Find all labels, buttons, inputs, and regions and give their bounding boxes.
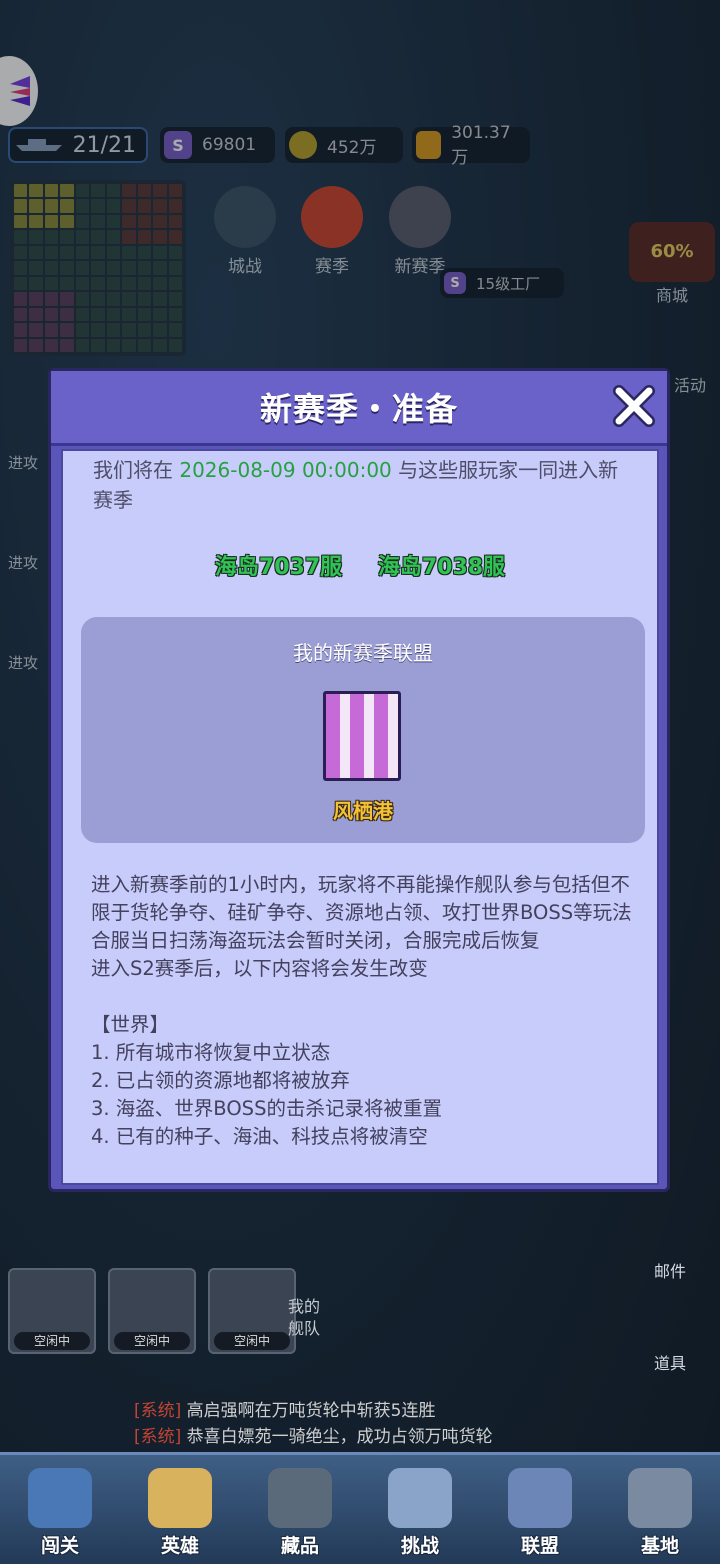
nav-heroes[interactable]: 英雄: [130, 1464, 230, 1564]
alliance-flag-icon: [323, 691, 401, 781]
hero-icon: [148, 1468, 212, 1528]
fist-icon: [388, 1468, 452, 1528]
nav-collection[interactable]: 藏品: [250, 1464, 350, 1564]
nav-base[interactable]: 基地: [610, 1464, 710, 1564]
nav-challenge[interactable]: 挑战: [370, 1464, 470, 1564]
server-list: 海岛7037服 海岛7038服: [63, 549, 657, 581]
my-fleet-button[interactable]: 我的舰队: [288, 1296, 334, 1340]
alliance-panel-title: 我的新赛季联盟: [293, 641, 433, 665]
fleet-slot[interactable]: 空闲中: [8, 1268, 96, 1354]
system-chat-line: [系统] 高启强啊在万吨货轮中斩获5连胜: [134, 1401, 436, 1421]
fleet-status: 空闲中: [114, 1332, 190, 1350]
new-season-dialog: 新赛季・准备 我们将在 2026-08-09 00:00:00 与这些服玩家一同…: [48, 368, 670, 1192]
items-button[interactable]: 道具: [648, 1350, 692, 1374]
rule-line: 4. 已有的种子、海油、科技点将被清空: [91, 1125, 428, 1148]
close-icon: [613, 385, 655, 427]
rule-line: 进入S2赛季后，以下内容将会发生改变: [91, 957, 428, 980]
alliance-panel[interactable]: 我的新赛季联盟 风栖港: [81, 617, 645, 843]
season-start-date: 2026-08-09 00:00:00: [179, 458, 392, 482]
server-name: 海岛7038服: [377, 555, 506, 580]
fleet-roster: 空闲中 空闲中 空闲中: [8, 1268, 296, 1354]
rule-line: 2. 已占领的资源地都将被放弃: [91, 1069, 350, 1092]
system-chat-line: [系统] 恭喜白嫖苑一骑绝尘，成功占领万吨货轮: [134, 1427, 493, 1447]
season-rules: 进入新赛季前的1小时内，玩家将不再能操作舰队参与包括但不限于货轮争夺、硅矿争夺、…: [91, 871, 641, 1151]
fleet-slot[interactable]: 空闲中: [208, 1268, 296, 1354]
bottom-navigation: 闯关 英雄 藏品 挑战 联盟 基地: [0, 1452, 720, 1564]
nav-stages[interactable]: 闯关: [10, 1464, 110, 1564]
fleet-status: 空闲中: [214, 1332, 290, 1350]
fleet-slot[interactable]: 空闲中: [108, 1268, 196, 1354]
rule-section-heading: 【世界】: [91, 1013, 170, 1036]
rule-line: 进入新赛季前的1小时内，玩家将不再能操作舰队参与包括但不限于货轮争夺、硅矿争夺、…: [91, 873, 632, 924]
server-name: 海岛7037服: [214, 555, 343, 580]
base-icon: [628, 1468, 692, 1528]
handshake-icon: [508, 1468, 572, 1528]
season-intro-text: 我们将在 2026-08-09 00:00:00 与这些服玩家一同进入新赛季: [93, 458, 619, 512]
rule-line: 3. 海盗、世界BOSS的击杀记录将被重置: [91, 1097, 442, 1120]
fleet-status: 空闲中: [14, 1332, 90, 1350]
rule-line: 合服当日扫荡海盗玩法会暂时关闭，合服完成后恢复: [91, 929, 540, 952]
nav-alliance[interactable]: 联盟: [490, 1464, 590, 1564]
treasure-icon: [268, 1468, 332, 1528]
ship-bang-icon: [28, 1468, 92, 1528]
mail-button[interactable]: 邮件: [650, 1258, 690, 1282]
dialog-header: 新赛季・准备: [51, 371, 667, 446]
close-button[interactable]: [609, 381, 659, 431]
rule-spacer: [91, 983, 641, 1011]
dialog-body[interactable]: 我们将在 2026-08-09 00:00:00 与这些服玩家一同进入新赛季 海…: [61, 449, 659, 1185]
alliance-name: 风栖港: [333, 799, 393, 823]
dialog-title: 新赛季・准备: [259, 390, 458, 428]
rule-line: 1. 所有城市将恢复中立状态: [91, 1041, 331, 1064]
